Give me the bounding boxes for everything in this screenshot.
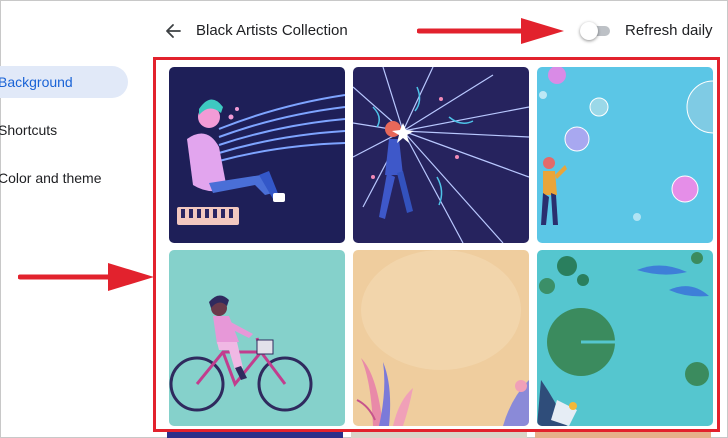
wallpaper-bubbles-image [537, 67, 713, 243]
wallpaper-peach-plants-image [353, 250, 529, 426]
wallpaper-tile-bubbles[interactable] [537, 67, 713, 243]
wallpaper-keyboard-musician-image [169, 67, 345, 243]
wallpaper-tile-cyclist[interactable] [169, 250, 345, 426]
sidebar-item-background[interactable]: Background [0, 66, 128, 98]
wallpaper-starburst-figure-image [353, 67, 529, 243]
sidebar-item-shortcuts[interactable]: Shortcuts [0, 114, 128, 146]
wallpaper-lily-pads-image [537, 250, 713, 426]
wallpaper-tile-peek[interactable] [351, 432, 527, 438]
wallpaper-cyclist-image [169, 250, 345, 426]
wallpaper-tile-starburst-figure[interactable] [353, 67, 529, 243]
refresh-daily-label: Refresh daily [625, 22, 713, 39]
wallpaper-next-row [167, 432, 720, 438]
annotation-arrow-grid [18, 263, 154, 291]
wallpaper-tile-lily-pads[interactable] [537, 250, 713, 426]
sidebar-item-label: Background [0, 74, 73, 90]
sidebar-item-label: Shortcuts [0, 122, 58, 138]
annotation-arrow-toggle [417, 18, 564, 44]
sidebar-item-label: Color and theme [0, 170, 102, 186]
wallpaper-grid-highlight [153, 57, 720, 432]
arrow-back-icon [166, 24, 181, 38]
toggle-knob [580, 22, 598, 40]
sidebar-item-color-and-theme[interactable]: Color and theme [0, 162, 128, 194]
wallpaper-tile-peach-plants[interactable] [353, 250, 529, 426]
back-button[interactable] [162, 20, 184, 42]
wallpaper-tile-peek[interactable] [167, 432, 343, 438]
sidebar: Background Shortcuts Color and theme [0, 0, 150, 438]
page-title: Black Artists Collection [196, 22, 348, 39]
wallpaper-tile-keyboard-musician[interactable] [169, 67, 345, 243]
wallpaper-tile-peek[interactable] [535, 432, 711, 438]
refresh-daily-toggle[interactable] [580, 22, 610, 40]
